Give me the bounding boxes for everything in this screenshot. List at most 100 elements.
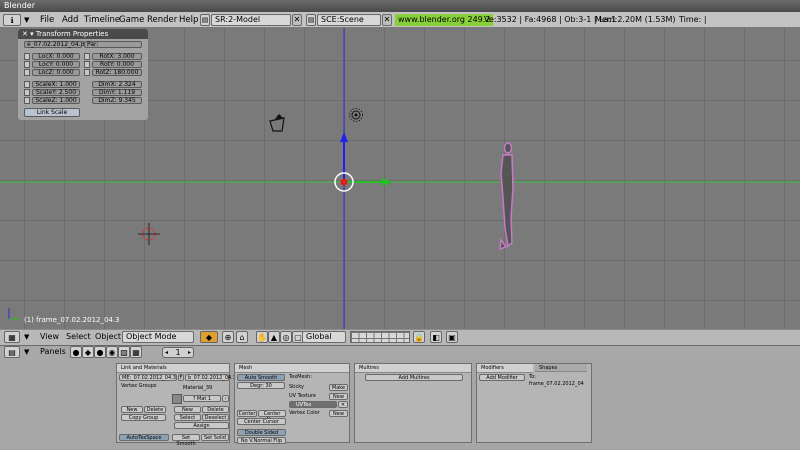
locx-field[interactable]: LocX: 0.000: [32, 53, 80, 60]
menu-game[interactable]: Game: [119, 12, 144, 28]
editing-context-icon[interactable]: ▧: [118, 346, 130, 358]
scene-close-icon[interactable]: ✕: [382, 14, 392, 26]
add-multires-button[interactable]: Add Multires: [365, 374, 463, 381]
lock-locz-icon[interactable]: [24, 69, 30, 76]
view-collapse-icon[interactable]: ▼: [24, 331, 29, 343]
auto-smooth-toggle[interactable]: Auto Smooth: [237, 374, 285, 381]
material-assign-button[interactable]: Assign: [174, 422, 229, 429]
scene-browse-icon[interactable]: ▤: [306, 14, 316, 26]
blender-version-link[interactable]: www.blender.org 249.2: [395, 14, 494, 26]
rotate-icon[interactable]: ◎: [280, 331, 292, 343]
shading-context-icon[interactable]: ●: [94, 346, 106, 358]
menu-timeline[interactable]: Timeline: [84, 12, 120, 28]
menu-select[interactable]: Select: [66, 331, 91, 343]
script-context-icon[interactable]: ◆: [82, 346, 94, 358]
render-preview-icon[interactable]: ◧: [430, 331, 442, 343]
lock-locy-icon[interactable]: [24, 61, 30, 68]
uvtex-remove-icon[interactable]: ✕: [338, 401, 348, 408]
render-opengl-icon[interactable]: ▣: [446, 331, 458, 343]
uv-texture-new-button[interactable]: New: [329, 393, 348, 400]
vgroup-delete-button[interactable]: Delete: [144, 406, 166, 413]
roty-field[interactable]: RotY: 0.000: [92, 61, 142, 68]
scalez-field[interactable]: ScaleZ: 1.000: [32, 97, 80, 104]
rotx-field[interactable]: RotX: 3.000: [92, 53, 142, 60]
add-modifier-button[interactable]: Add Modifier: [479, 374, 525, 381]
shapes-tab[interactable]: Shapes: [535, 364, 587, 372]
parent-field[interactable]: Par:: [84, 41, 142, 48]
draw-type-icon[interactable]: ◆: [200, 331, 218, 343]
modifiers-tab[interactable]: Modifiers: [477, 364, 533, 373]
double-sided-toggle[interactable]: Double Sided: [237, 429, 286, 436]
menu-view[interactable]: View: [40, 331, 59, 343]
buttons-collapse-icon[interactable]: ▼: [24, 346, 29, 358]
lock-layers-icon[interactable]: 🔒: [413, 331, 425, 343]
screen-selector[interactable]: SR:2-Model: [211, 14, 291, 26]
transform-panel-header[interactable]: ✕ ▾ Transform Properties: [18, 29, 148, 39]
orientation-selector[interactable]: Global: [302, 331, 346, 343]
material-color-swatch[interactable]: [172, 394, 182, 404]
lock-rotz-icon[interactable]: [84, 69, 90, 76]
scene-selector[interactable]: SCE:Scene: [317, 14, 381, 26]
copy-group-button[interactable]: Copy Group: [121, 414, 166, 421]
rotz-field[interactable]: RotZ: 180.000: [92, 69, 142, 76]
hand-manipulator-icon[interactable]: ✋: [256, 331, 268, 343]
object-name-field[interactable]: e_07.02.2012_04.3: [24, 41, 84, 48]
mesh-datablock-field[interactable]: ME:_07.02.2012_04.3: [119, 374, 177, 381]
scaley-field[interactable]: ScaleY: 2.500: [32, 89, 80, 96]
frame-number-field[interactable]: ◂ 1 ▸: [162, 347, 194, 358]
menu-help[interactable]: Help: [179, 12, 198, 28]
menu-add[interactable]: Add: [62, 12, 78, 28]
object-context-icon[interactable]: ◉: [106, 346, 118, 358]
scene-context-icon[interactable]: ▦: [130, 346, 142, 358]
dimx-field[interactable]: DimX: 2.324: [92, 81, 142, 88]
material-next-icon[interactable]: ›: [222, 395, 229, 402]
layer-buttons-grid[interactable]: [350, 331, 410, 343]
material-select-button[interactable]: Select: [174, 414, 201, 421]
lock-scalex-icon[interactable]: [24, 81, 30, 88]
frame-increase-icon[interactable]: ▸: [188, 348, 191, 358]
vertex-color-new-button[interactable]: New: [329, 410, 348, 417]
link-scale-button[interactable]: Link Scale: [24, 108, 80, 117]
locz-field[interactable]: LocZ: 0.000: [32, 69, 80, 76]
screen-close-icon[interactable]: ✕: [292, 14, 302, 26]
menu-object[interactable]: Object: [95, 331, 121, 343]
multires-panel-header[interactable]: Multires: [355, 364, 471, 373]
material-new-button[interactable]: New: [174, 406, 201, 413]
view-editor-type-icon[interactable]: ▦: [4, 331, 20, 343]
editor-type-icon[interactable]: ℹ: [3, 14, 21, 26]
locy-field[interactable]: LocY: 0.000: [32, 61, 80, 68]
screen-browse-icon[interactable]: ▤: [200, 14, 210, 26]
center-cursor-button[interactable]: Center Cursor: [237, 418, 286, 425]
vgroup-new-button[interactable]: New: [121, 406, 143, 413]
translate-icon[interactable]: ▲: [268, 331, 280, 343]
logic-context-icon[interactable]: ●: [70, 346, 82, 358]
center-new-button[interactable]: Center New: [258, 410, 286, 423]
link-materials-header[interactable]: Link and Materials: [117, 364, 229, 373]
pivot-icon[interactable]: ⊕: [222, 331, 234, 343]
material-deselect-button[interactable]: Deselect: [202, 414, 229, 421]
no-vnormal-flip-toggle[interactable]: No V.Normal Flip: [237, 437, 286, 444]
object-datablock-field[interactable]: b_07.02.2012_04.3: [185, 374, 236, 381]
set-smooth-button[interactable]: Set Smooth: [172, 434, 200, 447]
lock-locx-icon[interactable]: [24, 53, 30, 60]
layer-icon[interactable]: ⌂: [236, 331, 248, 343]
frame-decrease-icon[interactable]: ◂: [165, 348, 168, 358]
uvtex-slot[interactable]: UVTex: [289, 401, 337, 408]
center-button[interactable]: Center: [237, 410, 257, 417]
set-solid-button[interactable]: Set Solid: [201, 434, 229, 441]
lock-scaley-icon[interactable]: [24, 89, 30, 96]
menu-file[interactable]: File: [40, 12, 54, 28]
mode-selector[interactable]: Object Mode: [122, 331, 194, 343]
material-delete-button[interactable]: Delete: [202, 406, 229, 413]
lock-roty-icon[interactable]: [84, 61, 90, 68]
buttons-editor-type-icon[interactable]: ▤: [4, 346, 20, 358]
menu-render[interactable]: Render: [147, 12, 177, 28]
lock-rotx-icon[interactable]: [84, 53, 90, 60]
mesh-panel-header[interactable]: Mesh: [235, 364, 349, 373]
collapse-menu-icon[interactable]: ▼: [24, 12, 29, 28]
sticky-make-button[interactable]: Make: [329, 384, 348, 391]
scalex-field[interactable]: ScaleX: 1.000: [32, 81, 80, 88]
fake-user-button[interactable]: F: [178, 374, 184, 381]
material-index-field[interactable]: ? Mat 1: [183, 395, 221, 402]
lock-scalez-icon[interactable]: [24, 97, 30, 104]
